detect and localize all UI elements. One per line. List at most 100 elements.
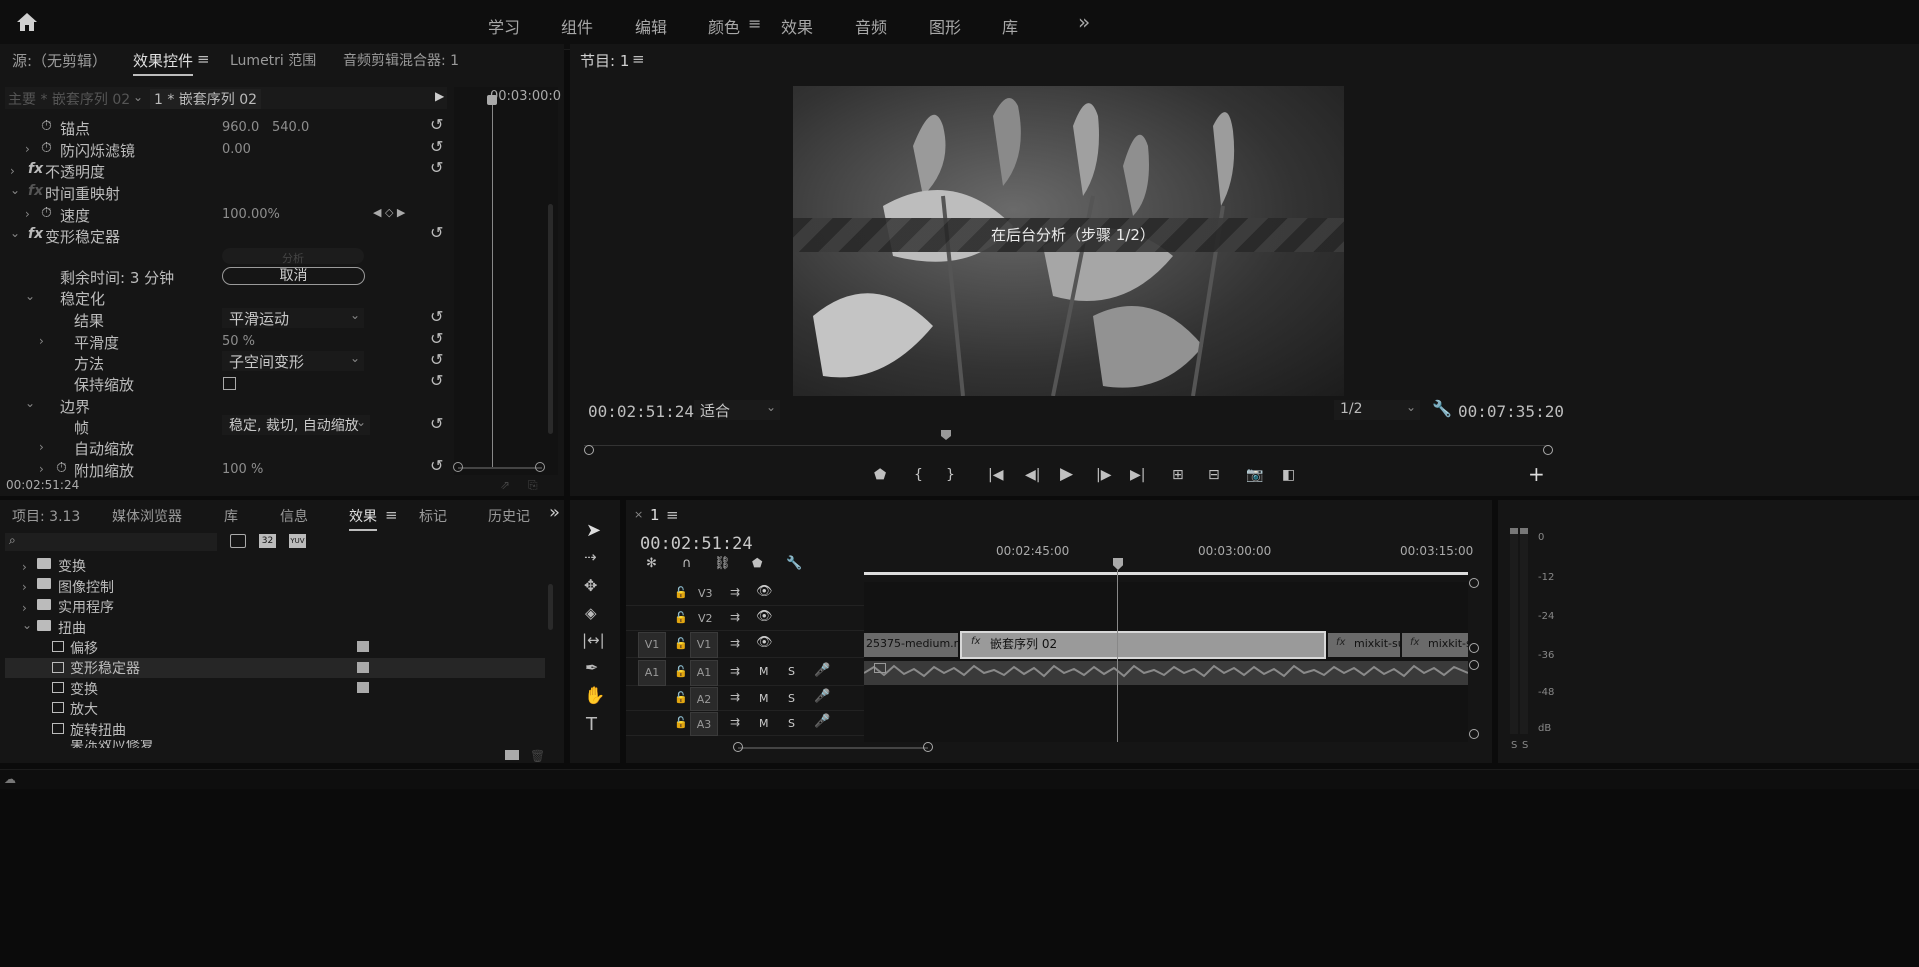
collapse-chevron-icon[interactable]: ⌄ [25, 289, 35, 303]
tab-effect-controls[interactable]: 效果控件 [133, 50, 194, 76]
go-to-in-icon[interactable]: |◀ [988, 467, 1003, 483]
expand-chevron-icon[interactable]: › [39, 440, 44, 454]
track-select-icon[interactable]: ⇢ [584, 548, 597, 566]
tab-project[interactable]: 项目: 3.13 [12, 506, 80, 526]
scroll-handle-left[interactable] [584, 445, 594, 455]
wrench-icon[interactable]: 🔧 [1432, 399, 1452, 418]
zoom-handle-left[interactable] [733, 742, 743, 752]
tree-item-utility[interactable]: 实用程序 [58, 597, 114, 617]
wrench-icon[interactable]: 🔧 [786, 556, 802, 571]
zoom-handle-right[interactable] [923, 742, 933, 752]
workspace-effects[interactable]: 效果 [781, 14, 813, 38]
lock-icon[interactable]: 🔓 [674, 665, 688, 678]
microphone-icon[interactable]: 🎤 [814, 689, 830, 704]
cancel-button[interactable]: 取消 [222, 267, 365, 285]
tab-libraries[interactable]: 库 [224, 506, 238, 526]
more-tabs-icon[interactable]: » [549, 502, 560, 523]
sequence-clip-label[interactable]: 1 * 嵌套序列 02 [150, 89, 262, 109]
tab-lumetri-scopes[interactable]: Lumetri 范围 [230, 50, 316, 70]
lock-icon[interactable]: 🔓 [674, 716, 688, 729]
slip-tool-icon[interactable]: |↔| [582, 631, 605, 649]
sync-lock-icon[interactable]: ⇉ [730, 636, 740, 650]
program-timecode[interactable]: 00:02:51:24 [588, 402, 694, 421]
razor-tool-icon[interactable]: ◈ [585, 604, 597, 622]
tab-markers[interactable]: 标记 [419, 506, 447, 526]
collapse-chevron-icon[interactable]: ⌄ [10, 226, 20, 240]
quality-dropdown[interactable]: 1/2 ⌄ [1334, 400, 1420, 420]
tab-info[interactable]: 信息 [280, 506, 308, 526]
clip-video-1[interactable]: 25375-medium.mp4 [864, 633, 958, 657]
expand-chevron-icon[interactable]: › [25, 207, 30, 221]
tab-source[interactable]: 源:（无剪辑） [12, 50, 107, 71]
program-title[interactable]: 节目: 1 [580, 50, 629, 71]
expand-chevron-icon[interactable]: › [22, 580, 27, 594]
keep-scale-checkbox[interactable] [223, 377, 236, 390]
play-icon[interactable]: ▶ [1060, 464, 1073, 484]
playhead-handle[interactable] [487, 95, 497, 105]
panel-menu-icon[interactable]: ≡ [197, 50, 210, 68]
tree-item-rolling-shutter[interactable]: 果冻效应修复 [70, 740, 154, 748]
stopwatch-icon[interactable]: ⏱ [41, 205, 52, 221]
solo-button[interactable]: S [788, 665, 795, 678]
playhead-line[interactable] [492, 97, 493, 467]
zoom-handle-right[interactable] [535, 462, 545, 472]
reset-icon[interactable]: ↺ [430, 414, 443, 433]
program-scrub-bar[interactable] [584, 434, 1550, 446]
lock-icon[interactable]: 🔓 [674, 611, 688, 624]
step-back-icon[interactable]: ◀| [1025, 467, 1040, 483]
panel-menu-icon[interactable]: ≡ [666, 506, 679, 524]
analyze-button[interactable]: 分析 [222, 248, 364, 265]
vertical-scroll-handle[interactable] [1469, 578, 1479, 588]
zoom-handle-left[interactable] [453, 462, 463, 472]
tab-media-browser[interactable]: 媒体浏览器 [112, 506, 182, 526]
keyframe-nav-icon[interactable]: ◀ ◇ ▶ [373, 206, 405, 219]
prop-anchor-y[interactable]: 540.0 [272, 120, 309, 135]
scrollbar[interactable] [548, 204, 553, 434]
prop-antiflicker-value[interactable]: 0.00 [222, 142, 251, 157]
reset-icon[interactable]: ↺ [430, 307, 443, 326]
ripple-edit-icon[interactable]: ✥ [584, 576, 597, 595]
tree-item-magnify[interactable]: 放大 [70, 699, 98, 719]
mark-out-icon[interactable]: } [946, 467, 955, 483]
linked-selection-icon[interactable]: ⛓ [714, 556, 731, 571]
collapse-chevron-icon[interactable]: ⌄ [25, 396, 35, 410]
sync-lock-icon[interactable]: ⇉ [730, 664, 740, 678]
track-target-v1[interactable]: V1 [690, 632, 718, 658]
workspace-editing[interactable]: 编辑 [635, 14, 667, 38]
tab-effects[interactable]: 效果 [349, 506, 377, 531]
tree-item-distort[interactable]: 扭曲 [58, 618, 86, 638]
32bit-effects-icon[interactable]: 32 [259, 534, 276, 548]
prop-anchor-x[interactable]: 960.0 [222, 120, 259, 135]
reset-icon[interactable]: ↺ [430, 115, 443, 134]
creative-cloud-icon[interactable]: ☁ [4, 772, 16, 786]
reset-icon[interactable]: ↺ [430, 137, 443, 156]
collapse-chevron-icon[interactable]: ⌄ [10, 183, 20, 197]
zoom-slider[interactable] [458, 467, 542, 469]
scroll-handle-right[interactable] [1543, 445, 1553, 455]
more-workspaces-icon[interactable]: » [1078, 10, 1090, 34]
sync-lock-icon[interactable]: ⇉ [730, 690, 740, 704]
extra-scale-value[interactable]: 100 % [222, 462, 263, 477]
lock-icon[interactable]: 🔓 [674, 586, 688, 599]
video-frame[interactable]: 在后台分析（步骤 1/2） [793, 86, 1344, 396]
clip-video-4[interactable]: fx mixkit-s [1402, 633, 1468, 657]
clip-video-3[interactable]: fx mixkit-sun [1328, 633, 1400, 657]
share-icon[interactable]: ⎘ [528, 478, 538, 493]
expand-chevron-icon[interactable]: › [39, 462, 44, 476]
reset-icon[interactable]: ↺ [430, 223, 443, 242]
pen-tool-icon[interactable]: ✒ [585, 658, 598, 677]
add-marker-icon[interactable]: ⬟ [874, 467, 886, 483]
stopwatch-icon[interactable]: ⏱ [41, 140, 52, 156]
frame-dropdown[interactable]: 稳定, 裁切, 自动缩放 ⌄ [222, 415, 370, 435]
workspace-assembly[interactable]: 组件 [561, 14, 593, 38]
timeline-timecode[interactable]: 00:02:51:24 [640, 534, 753, 554]
home-icon[interactable] [16, 12, 38, 32]
work-area-bar[interactable] [864, 572, 1468, 575]
delete-icon[interactable]: 🗑 [530, 749, 545, 763]
tree-item-warp-stabilizer[interactable]: 变形稳定器 [70, 658, 140, 678]
mute-button[interactable]: M [759, 717, 769, 730]
mark-in-icon[interactable]: { [914, 467, 923, 483]
yuv-effects-icon[interactable]: YUV [289, 534, 306, 548]
solo-right-button[interactable]: S [1522, 740, 1528, 751]
reset-icon[interactable]: ↺ [430, 329, 443, 348]
